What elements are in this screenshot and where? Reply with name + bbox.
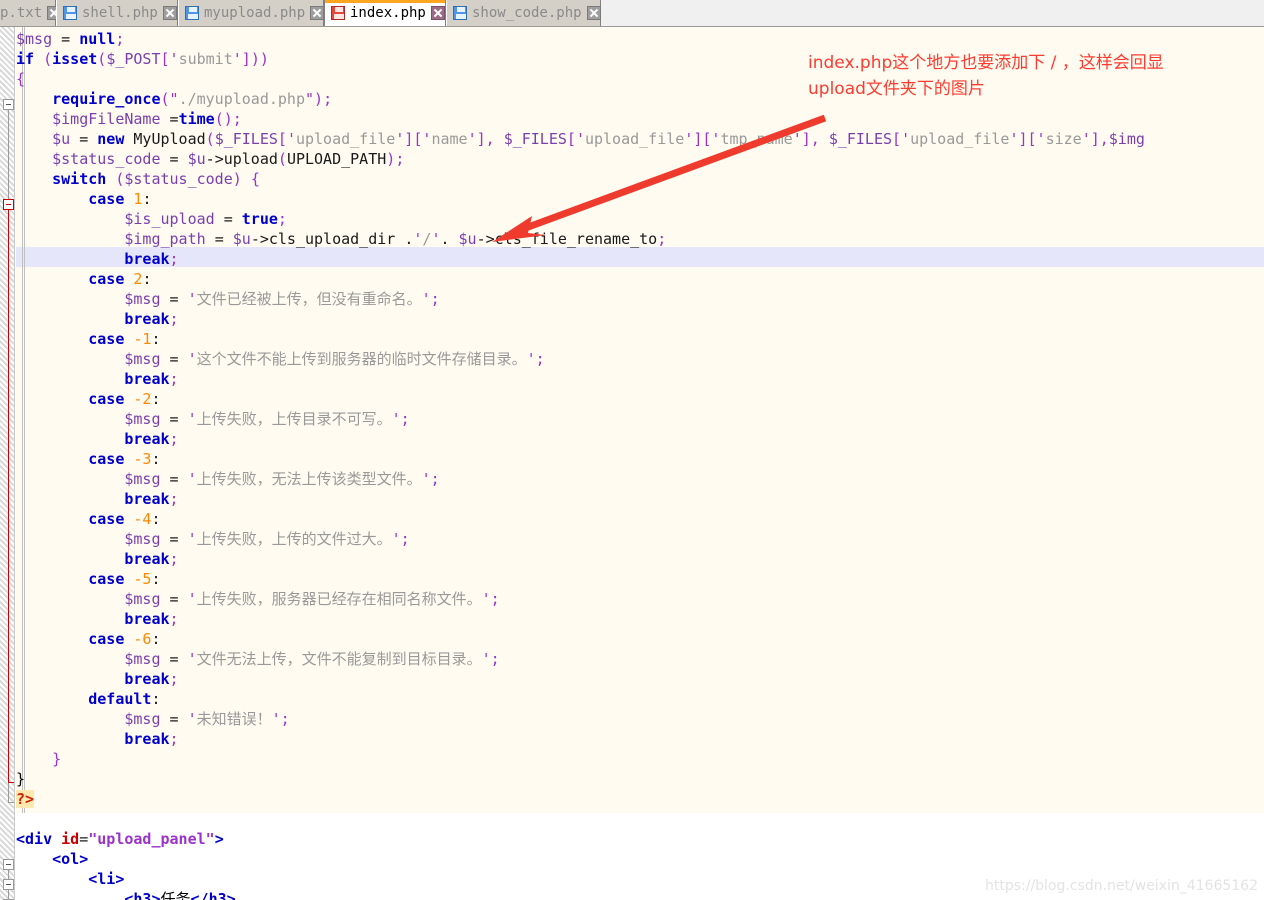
fold-end-marker-active xyxy=(8,782,14,783)
code-line[interactable]: break; xyxy=(16,729,178,749)
floppy-icon xyxy=(185,6,199,20)
editor-tab-bar: p.txt shell.php myupload.php index.php show_… xyxy=(0,0,1264,27)
floppy-icon xyxy=(453,6,467,20)
editor-tab-show-code-php[interactable]: show_code.php xyxy=(446,0,601,26)
code-line[interactable]: $status_code = $u->upload(UPLOAD_PATH); xyxy=(16,149,404,169)
tab-label: show_code.php xyxy=(472,5,582,21)
fold-toggle-div[interactable] xyxy=(3,859,14,870)
code-line[interactable]: break; xyxy=(16,489,178,509)
code-line[interactable]: ?> xyxy=(16,789,35,809)
tab-label: index.php xyxy=(350,5,426,21)
code-line[interactable]: $msg = '这个文件不能上传到服务器的临时文件存储目录。'; xyxy=(16,349,544,369)
code-line[interactable]: case -6: xyxy=(16,629,160,649)
code-line[interactable]: break; xyxy=(16,669,178,689)
code-line[interactable]: $imgFileName =time(); xyxy=(16,109,242,129)
code-line[interactable]: case 1: xyxy=(16,189,151,209)
code-line[interactable]: $msg = '未知错误！'; xyxy=(16,709,289,729)
code-line[interactable]: break; xyxy=(16,609,178,629)
code-line[interactable]: $msg = '上传失败，无法上传该类型文件。'; xyxy=(16,469,439,489)
code-line[interactable]: <li> xyxy=(16,869,124,889)
code-line[interactable]: $msg = '上传失败，上传的文件过大。'; xyxy=(16,529,409,549)
code-line[interactable]: $is_upload = true; xyxy=(16,209,287,229)
code-line[interactable]: $msg = '上传失败，上传目录不可写。'; xyxy=(16,409,409,429)
annotation-text: index.php这个地方也要添加下 / ，这样会回显 upload文件夹下的图… xyxy=(808,53,1164,99)
fold-toggle-brace[interactable] xyxy=(3,99,14,110)
code-line[interactable]: <div id="upload_panel"> xyxy=(16,829,224,849)
editor-tab-index-php[interactable]: index.php xyxy=(324,0,446,26)
code-line[interactable]: break; xyxy=(16,249,178,269)
code-line[interactable]: $img_path = $u->cls_upload_dir .'/'. $u-… xyxy=(16,229,666,249)
close-icon[interactable] xyxy=(310,6,325,20)
editor-tab-shell-php[interactable]: shell.php xyxy=(56,0,178,26)
code-line[interactable]: { xyxy=(16,69,25,89)
code-lines[interactable]: $msg = null; if (isset($_POST['submit']))… xyxy=(0,27,1264,900)
fold-guide-line-html xyxy=(8,870,9,879)
floppy-icon xyxy=(63,6,77,20)
code-line[interactable]: break; xyxy=(16,549,178,569)
close-icon[interactable] xyxy=(430,6,445,20)
code-line[interactable]: $msg = '上传失败，服务器已经存在相同名称文件。'; xyxy=(16,589,499,609)
code-line[interactable]: break; xyxy=(16,369,178,389)
code-line[interactable]: case -4: xyxy=(16,509,160,529)
floppy-icon xyxy=(331,6,345,20)
editor-tab-myupload-php[interactable]: myupload.php xyxy=(178,0,325,26)
code-line[interactable]: break; xyxy=(16,309,178,329)
code-line[interactable]: case -2: xyxy=(16,389,160,409)
code-line[interactable]: if (isset($_POST['submit'])) xyxy=(16,49,269,69)
code-line[interactable]: } xyxy=(16,749,61,769)
fold-toggle-switch[interactable] xyxy=(3,199,14,210)
code-line[interactable]: <h3>任务</h3> xyxy=(16,889,235,900)
code-line[interactable]: default: xyxy=(16,689,160,709)
code-line[interactable]: break; xyxy=(16,429,178,449)
code-line[interactable]: $msg = '文件无法上传，文件不能复制到目标目录。'; xyxy=(16,649,499,669)
code-line[interactable]: $u = new MyUpload($_FILES['upload_file']… xyxy=(16,129,1145,149)
code-line[interactable]: switch ($status_code) { xyxy=(16,169,260,189)
code-line[interactable]: case -3: xyxy=(16,449,160,469)
code-line[interactable]: } xyxy=(16,769,25,789)
code-line[interactable]: $msg = null; xyxy=(16,29,124,49)
code-editor[interactable]: $msg = null; if (isset($_POST['submit']))… xyxy=(0,27,1264,900)
fold-end-marker xyxy=(8,802,14,803)
watermark: https://blog.csdn.net/weixin_41665162 xyxy=(984,878,1258,894)
tab-label: shell.php xyxy=(82,5,158,21)
code-line[interactable]: case 2: xyxy=(16,269,151,289)
code-line[interactable]: <ol> xyxy=(16,849,88,869)
editor-tab-p-txt[interactable]: p.txt xyxy=(0,0,62,26)
close-icon[interactable] xyxy=(586,6,601,20)
fold-guide-line-html xyxy=(8,890,9,899)
fold-guide-line-active xyxy=(8,210,9,782)
code-line[interactable]: $msg = '文件已经被上传，但没有重命名。'; xyxy=(16,289,439,309)
tab-label: p.txt xyxy=(0,5,43,21)
tab-label: myupload.php xyxy=(204,5,306,21)
code-line[interactable]: require_once("./myupload.php"); xyxy=(16,89,332,109)
code-line[interactable]: case -5: xyxy=(16,569,160,589)
fold-toggle-ol[interactable] xyxy=(3,879,14,890)
code-line[interactable]: case -1: xyxy=(16,329,160,349)
close-icon[interactable] xyxy=(162,6,177,20)
